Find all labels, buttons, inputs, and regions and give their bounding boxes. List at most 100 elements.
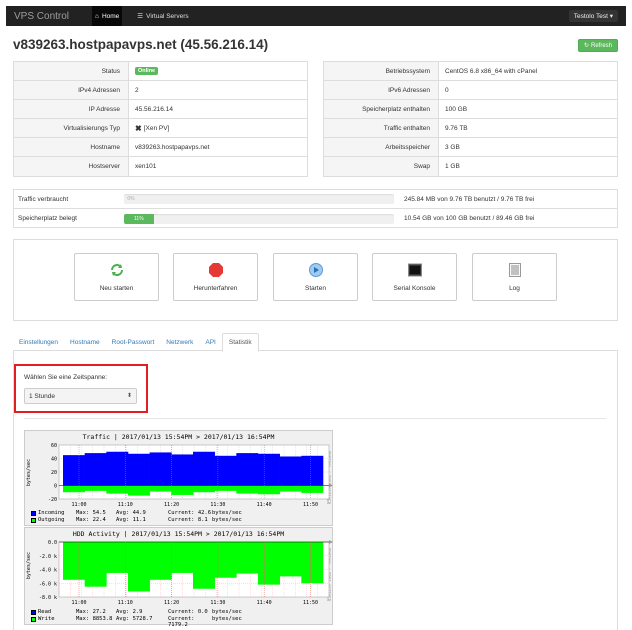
series-bar-write xyxy=(193,542,215,589)
refresh-button[interactable]: ↻ Refresh xyxy=(577,39,618,52)
y-tick-label: -8.0 k xyxy=(39,595,57,601)
info-key: Traffic enthalten xyxy=(324,119,439,137)
legend-unit: bytes/sec xyxy=(212,616,242,622)
shutdown-button[interactable]: Herunterfahren xyxy=(173,253,258,301)
tab-hostname[interactable]: Hostname xyxy=(64,333,106,351)
info-row-ip: IP Adresse 45.56.216.14 xyxy=(14,100,307,119)
series-bar-incoming xyxy=(84,453,107,486)
traffic-usage-label: Traffic verbraucht xyxy=(18,195,69,203)
tab-statistik[interactable]: Statistik xyxy=(221,333,259,352)
server-info-table-right: Betriebssystem CentOS 6.8 x86_64 with cP… xyxy=(323,61,618,177)
series-bar-write xyxy=(258,542,280,585)
y-tick-label: -6.0 k xyxy=(39,581,57,587)
y-tick-label: 0.0 xyxy=(48,540,57,546)
stop-icon xyxy=(208,262,223,277)
user-menu-dropdown[interactable]: Testolo Test ▾ xyxy=(568,10,618,22)
info-value: 9.76 TB xyxy=(445,124,468,132)
legend-max: Max: 8853.8 xyxy=(76,616,113,622)
info-row-traffic: Traffic enthalten 9.76 TB xyxy=(324,119,617,138)
info-row-virt-type: Virtualisierungs Typ ✖ [Xen PV] xyxy=(14,119,307,138)
document-icon xyxy=(508,262,522,277)
series-bar-outgoing xyxy=(128,485,150,496)
series-bar-outgoing xyxy=(301,485,324,493)
restart-button-label: Neu starten xyxy=(99,284,134,292)
traffic-usage-row: Traffic verbraucht 0% 245.84 MB von 9.76… xyxy=(14,190,617,209)
tab-root-passwort[interactable]: Root-Passwort xyxy=(106,333,161,351)
series-bar-write xyxy=(301,542,324,584)
info-key: Hostserver xyxy=(14,157,129,176)
series-bar-incoming xyxy=(301,455,324,486)
info-row-status: Status Online xyxy=(14,62,307,81)
info-value: v839263.hostpapavps.net xyxy=(135,143,210,151)
x-tick-label: 11:30 xyxy=(210,600,225,606)
nav-virtual-servers[interactable]: ☰ Virtual Servers xyxy=(134,6,191,26)
info-value: [Xen PV] xyxy=(143,124,170,132)
series-bar-write xyxy=(128,542,150,592)
x-tick-label: 11:30 xyxy=(210,502,225,508)
tab-netzwerk[interactable]: Netzwerk xyxy=(160,333,199,351)
tab-einstellungen[interactable]: Einstellungen xyxy=(13,333,64,351)
y-tick-label: -2.0 k xyxy=(39,554,57,560)
legend-name: Write xyxy=(38,616,55,622)
brand-logo[interactable]: VPS Control xyxy=(14,11,80,22)
home-icon: ⌂ xyxy=(95,12,99,20)
info-row-disk: Speicherplatz enthalten 100 GB xyxy=(324,100,617,119)
info-key: Virtualisierungs Typ xyxy=(14,119,129,137)
legend-unit: bytes/sec xyxy=(212,510,242,516)
series-bar-incoming xyxy=(63,455,85,486)
legend-current: Current: 7179.2 xyxy=(168,616,195,628)
start-button[interactable]: Starten xyxy=(273,253,358,301)
traffic-progress-text: 0% xyxy=(127,196,135,202)
disk-progress-bar: 11% xyxy=(124,213,394,224)
series-bar-incoming xyxy=(193,451,215,486)
serial-console-button-label: Serial Konsole xyxy=(393,284,436,292)
top-navbar: VPS Control ⌂ Home ☰ Virtual Servers Tes… xyxy=(6,6,626,26)
play-icon xyxy=(308,262,323,277)
period-select[interactable]: 1 Stunde ⬍ xyxy=(24,388,137,404)
legend-max: Max: 54.5 xyxy=(76,510,106,516)
series-bar-outgoing xyxy=(106,485,129,494)
nav-home[interactable]: ⌂ Home xyxy=(92,6,123,26)
serial-console-button[interactable]: Serial Konsole xyxy=(372,253,457,301)
series-bar-incoming xyxy=(171,454,194,486)
series-bar-incoming xyxy=(236,453,259,486)
series-bar-write xyxy=(149,542,172,580)
legend-name: Incoming xyxy=(38,510,65,516)
tab-api[interactable]: API xyxy=(199,333,221,351)
info-row-ipv6: IPv6 Adressen 0 xyxy=(324,81,617,100)
info-value: CentOS 6.8 x86_64 with cPanel xyxy=(445,67,538,75)
legend-avg: Avg: 11.1 xyxy=(116,517,146,523)
info-row-ram: Arbeitsspeicher 3 GB xyxy=(324,138,617,157)
series-bar-outgoing xyxy=(149,485,172,492)
legend-unit: bytes/sec xyxy=(212,517,242,523)
series-bar-write xyxy=(84,542,107,587)
disk-progress-fill: 11% xyxy=(124,213,154,224)
log-button[interactable]: Log xyxy=(472,253,557,301)
info-value: xen101 xyxy=(135,163,157,170)
divider xyxy=(24,418,606,419)
tab-bar: Einstellungen Hostname Root-Passwort Net… xyxy=(13,333,618,352)
y-tick-label: -20 xyxy=(48,497,57,503)
disk-usage-label: Speicherplatz belegt xyxy=(18,215,77,222)
updown-chevron-icon: ⬍ xyxy=(126,393,132,399)
legend-name: Read xyxy=(38,609,52,615)
series-bar-write xyxy=(106,542,129,573)
hdd-legend: Read Max: 27.2 Avg: 2.9 Current: 0.0 byt… xyxy=(31,609,256,628)
shutdown-button-label: Herunterfahren xyxy=(193,284,238,292)
nav-virtual-servers-label: Virtual Servers xyxy=(146,12,189,20)
x-tick-label: 11:00 xyxy=(71,600,86,606)
server-info-table-left: Status Online IPv4 Adressen 2 IP Adresse… xyxy=(13,61,308,177)
period-label: Wählen Sie eine Zeitspanne: xyxy=(24,374,108,381)
legend-avg: Avg: 5728.7 xyxy=(116,616,153,622)
series-bar-outgoing xyxy=(236,485,259,494)
series-bar-outgoing xyxy=(279,485,302,492)
page-title: v839263.hostpapavps.net (45.56.216.14) xyxy=(13,37,269,52)
series-bar-incoming xyxy=(149,452,172,486)
restart-button[interactable]: Neu starten xyxy=(74,253,159,301)
legend-swatch-incoming xyxy=(31,511,36,516)
info-key: Swap xyxy=(324,157,439,176)
info-value: 0 xyxy=(445,86,449,94)
legend-current: Current: 0.0 xyxy=(168,609,208,615)
info-key: IPv4 Adressen xyxy=(14,81,129,99)
x-tick-label: 11:20 xyxy=(164,502,179,508)
